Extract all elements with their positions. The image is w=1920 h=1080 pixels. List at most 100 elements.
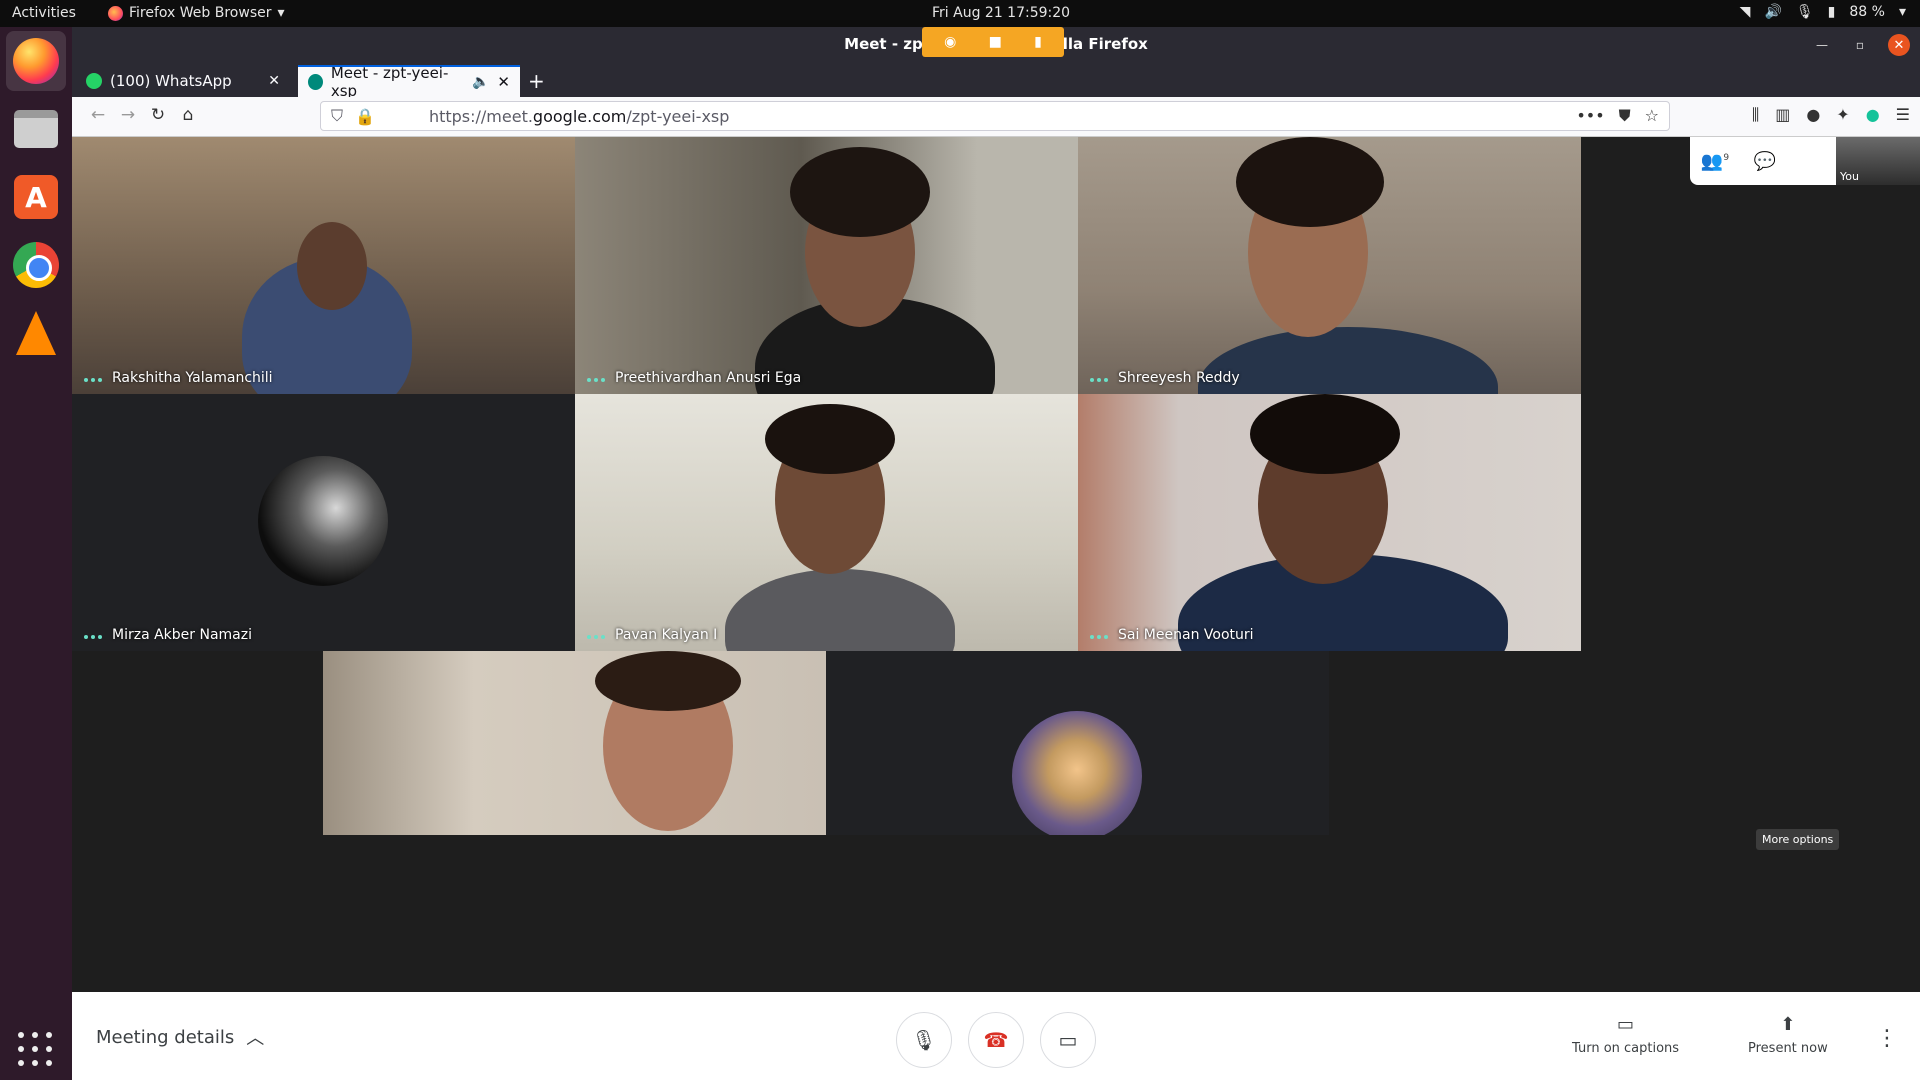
activities-button[interactable]: Activities xyxy=(12,5,76,21)
leave-call-button[interactable]: ☎ xyxy=(968,1012,1024,1068)
grammarly-icon[interactable]: ● xyxy=(1866,105,1880,125)
lock-icon[interactable]: 🔒 xyxy=(355,107,375,126)
tab-whatsapp[interactable]: (100) WhatsApp ✕ xyxy=(76,65,290,97)
window-titlebar: Meet - zpt-yeei-xsp - Mozilla Firefox ◉ … xyxy=(72,27,1920,63)
sharing-indicator[interactable]: ◉ ■ ▮ xyxy=(922,27,1064,57)
dock-files[interactable] xyxy=(6,99,66,159)
audio-indicator xyxy=(84,635,102,639)
captions-icon: ▭ xyxy=(1617,1014,1635,1035)
close-tab-icon[interactable]: ✕ xyxy=(497,73,510,91)
participant-tile[interactable]: Pavan Kalyan I xyxy=(575,394,1078,651)
pocket-icon[interactable]: ⛊ xyxy=(1619,106,1631,126)
participant-tile[interactable]: Shreeyesh Reddy xyxy=(1078,137,1581,394)
meeting-details-label: Meeting details xyxy=(96,1026,235,1048)
present-label: Present now xyxy=(1748,1041,1828,1056)
audio-indicator xyxy=(587,378,605,382)
audio-indicator xyxy=(1090,378,1108,382)
dock-vlc[interactable] xyxy=(6,303,66,363)
present-now-button[interactable]: ⬆ Present now xyxy=(1748,1014,1828,1056)
participant-avatar xyxy=(1012,711,1142,835)
microphone-icon: 🎙 xyxy=(1795,4,1814,20)
participant-name: Preethivardhan Anusri Ega xyxy=(615,370,802,386)
audio-indicator xyxy=(587,635,605,639)
captions-button[interactable]: ▭ Turn on captions xyxy=(1572,1014,1679,1056)
hang-up-icon: ☎ xyxy=(983,1028,1009,1052)
chevron-down-icon: ▾ xyxy=(277,5,285,21)
address-bar[interactable]: ⛉ 🔒 https://meet.google.com/zpt-yeei-xsp… xyxy=(320,101,1670,131)
tab-label: (100) WhatsApp xyxy=(110,72,232,90)
audio-indicator xyxy=(84,378,102,382)
self-label: You xyxy=(1840,170,1859,183)
show-applications-button[interactable] xyxy=(18,1032,54,1068)
microphone-icon: 🎙 xyxy=(911,1028,937,1052)
participant-tile[interactable] xyxy=(323,651,826,835)
url-text: https://meet.google.com/zpt-yeei-xsp xyxy=(428,106,730,126)
participant-tile[interactable]: Preethivardhan Anusri Ega xyxy=(575,137,1078,394)
participant-tile[interactable]: Sai Meenan Vooturi xyxy=(1078,394,1581,651)
audio-indicator xyxy=(1090,635,1108,639)
whatsapp-icon xyxy=(86,73,102,89)
folder-icon xyxy=(14,110,58,148)
chevron-up-icon: ︿ xyxy=(246,1028,265,1049)
forward-button[interactable]: → xyxy=(116,105,140,125)
extension-icon[interactable]: ✦ xyxy=(1836,105,1849,125)
chat-icon[interactable]: 💬 xyxy=(1740,151,1790,172)
navigation-toolbar: ← → ↻ ⌂ ⛉ 🔒 https://meet.google.com/zpt-… xyxy=(72,97,1920,137)
volume-icon: 🔊 xyxy=(1764,4,1782,20)
participant-name: Shreeyesh Reddy xyxy=(1118,370,1240,386)
tab-meet[interactable]: Meet - zpt-yeei-xsp 🔈 ✕ xyxy=(298,64,520,100)
dock-chrome[interactable] xyxy=(6,235,66,295)
reload-button[interactable]: ↻ xyxy=(146,105,170,125)
participant-tile[interactable]: Mirza Akber Namazi xyxy=(72,394,575,651)
system-tray[interactable]: ◥ 🔊 🎙 ▮ 88 % ▾ xyxy=(1740,4,1906,20)
participant-name: Sai Meenan Vooturi xyxy=(1118,627,1254,643)
firefox-icon: ◉ xyxy=(944,34,957,50)
meeting-details-button[interactable]: Meeting details ︿ xyxy=(96,1024,264,1050)
meet-grid: Rakshitha Yalamanchili Preethivardhan An… xyxy=(72,137,1920,1080)
participant-name: Rakshitha Yalamanchili xyxy=(112,370,273,386)
present-icon: ⬆ xyxy=(1780,1014,1796,1035)
home-button[interactable]: ⌂ xyxy=(176,105,200,125)
microphone-button[interactable]: 🎙 xyxy=(896,1012,952,1068)
back-button[interactable]: ← xyxy=(86,105,110,125)
camera-icon: ▭ xyxy=(1058,1028,1078,1052)
tab-bar: (100) WhatsApp ✕ Meet - zpt-yeei-xsp 🔈 ✕… xyxy=(72,63,1920,100)
close-window-button[interactable]: ✕ xyxy=(1888,34,1910,56)
more-options-tooltip: More options xyxy=(1756,829,1840,850)
sidebar-icon[interactable]: ▥ xyxy=(1775,105,1790,125)
captions-label: Turn on captions xyxy=(1572,1041,1680,1056)
system-top-bar: Activities Firefox Web Browser ▾ Fri Aug… xyxy=(0,0,1920,27)
tab-label: Meet - zpt-yeei-xsp xyxy=(330,64,449,100)
firefox-icon xyxy=(13,38,59,84)
more-options-button[interactable]: ⋮ xyxy=(1876,1026,1898,1051)
clock[interactable]: Fri Aug 21 17:59:20 xyxy=(932,5,1070,21)
software-store-icon: A xyxy=(14,175,58,219)
camera-icon: ■ xyxy=(988,34,1002,50)
camera-button[interactable]: ▭ xyxy=(1040,1012,1096,1068)
speaker-icon[interactable]: 🔈 xyxy=(472,74,489,90)
app-menu[interactable]: Firefox Web Browser ▾ xyxy=(108,5,285,21)
new-tab-button[interactable]: + xyxy=(528,69,545,93)
minimize-button[interactable]: — xyxy=(1812,38,1832,52)
bookmark-star-icon[interactable]: ☆ xyxy=(1645,106,1659,126)
extension-icon[interactable]: ● xyxy=(1806,105,1820,125)
participant-tile[interactable] xyxy=(826,651,1329,835)
participant-tile[interactable]: Rakshitha Yalamanchili xyxy=(72,137,575,394)
battery-level: 88 % xyxy=(1849,4,1885,20)
participant-name: Pavan Kalyan I xyxy=(615,627,718,643)
page-actions-icon[interactable]: ••• xyxy=(1576,106,1604,126)
menu-icon[interactable]: ☰ xyxy=(1896,105,1910,125)
people-icon[interactable]: 👥9 xyxy=(1690,151,1740,172)
wifi-icon: ◥ xyxy=(1739,4,1751,20)
close-tab-icon[interactable]: ✕ xyxy=(268,73,280,89)
library-icon[interactable]: ⫼ xyxy=(1752,105,1759,125)
dock-software[interactable]: A xyxy=(6,167,66,227)
meet-icon xyxy=(308,74,323,90)
maximize-button[interactable]: ▫ xyxy=(1850,38,1870,52)
self-view[interactable]: You xyxy=(1836,137,1920,185)
shield-icon[interactable]: ⛉ xyxy=(331,106,343,126)
chrome-icon xyxy=(13,242,59,288)
participant-avatar xyxy=(258,456,388,586)
dock-firefox[interactable] xyxy=(6,31,66,91)
firefox-icon xyxy=(108,5,123,21)
